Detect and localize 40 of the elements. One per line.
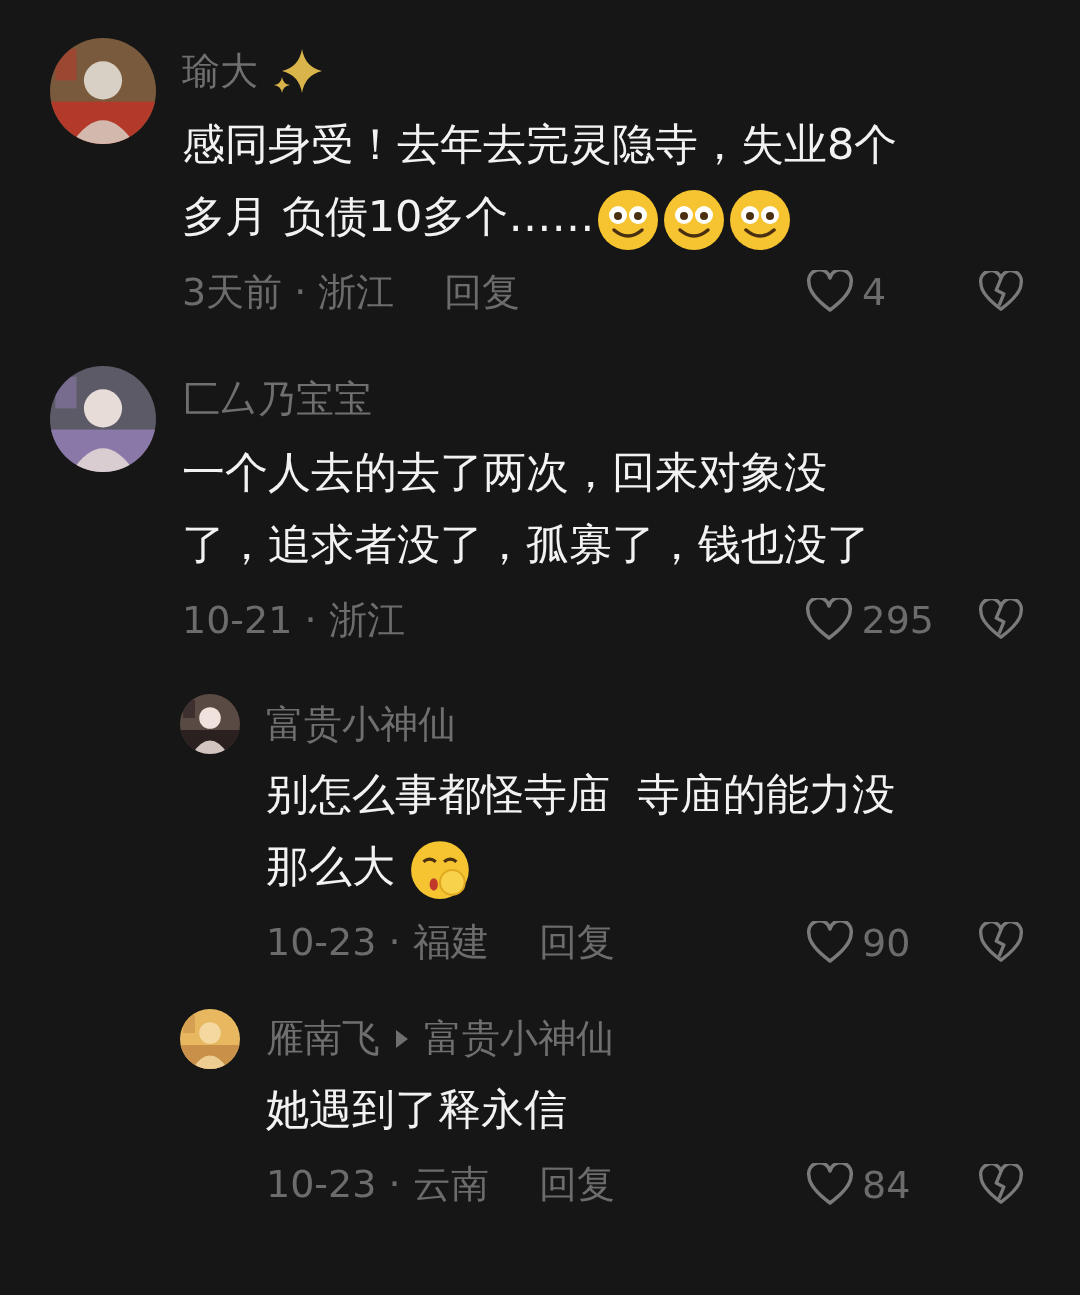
heart-icon [806,1162,854,1207]
dislike-button[interactable] [978,271,1024,313]
broken-heart-icon [978,271,1024,313]
broken-heart-icon [978,1163,1024,1206]
broken-heart-icon [978,599,1024,641]
like-button[interactable] [806,1162,854,1207]
reply-to-name[interactable]: 富贵小神仙 [424,1013,614,1064]
date-location: 3天前 · 浙江 [182,268,395,316]
author-name[interactable]: 匚厶乃宝宝 [182,373,372,425]
like-count: 90 [862,920,912,965]
date-location: 10-23 · 福建 [266,919,489,966]
date-location: 10-23 · 云南 [266,1161,489,1208]
like-button[interactable] [806,270,854,314]
author-name[interactable]: 雁南飞 [266,1013,380,1064]
comment-text: 一个人去的去了两次，回来对象没了，追求者没了，孤寡了，钱也没了 [182,446,871,571]
dislike-button[interactable] [978,921,1024,964]
comment-text: 别怎么事都怪寺庙 寺庙的能力没那么大 [266,758,928,903]
date-location: 10-21 · 浙江 [182,596,405,644]
like-button[interactable] [805,598,854,642]
like-button[interactable] [806,920,854,965]
reply-button[interactable]: 回复 [538,1159,615,1210]
like-count: 295 [861,598,934,642]
like-count: 4 [862,270,888,314]
heart-icon [805,598,854,642]
triangle-icon [394,1027,410,1050]
dislike-button[interactable] [978,599,1024,641]
author-name[interactable]: 瑜大 [182,45,258,97]
comment-text: 感同身受！去年去完灵隐寺，失业8个多月 负债10多个…… [182,108,898,252]
smiley-emoji-icon [728,187,793,252]
smiley-emoji-icon [662,187,727,252]
broken-heart-icon [978,921,1024,964]
reply-button[interactable]: 回复 [444,266,521,318]
heart-icon [806,270,854,314]
author-name[interactable]: 富贵小神仙 [266,698,456,750]
heart-icon [806,920,854,965]
smiley-emoji-icon [596,187,661,252]
dislike-button[interactable] [978,1163,1024,1206]
comment-text: 她遇到了释永信 [266,1082,568,1136]
reply-button[interactable]: 回复 [538,917,615,968]
like-count: 84 [862,1162,912,1207]
